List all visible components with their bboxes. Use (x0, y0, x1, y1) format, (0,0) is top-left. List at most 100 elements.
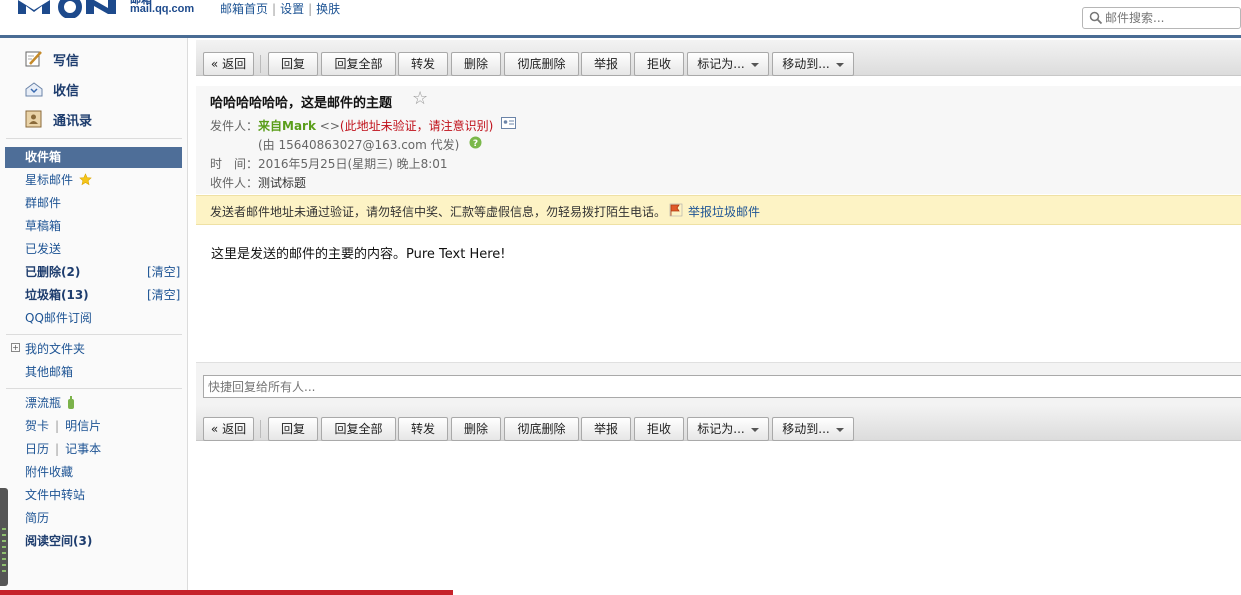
sidebar-item-resume[interactable]: 简历 (25, 509, 49, 527)
contacts-label: 通讯录 (53, 113, 93, 129)
sidebar-item-inbox[interactable]: 收件箱 (5, 147, 182, 168)
sender-unverified-warning: (此地址未验证，请注意识别) (339, 119, 494, 133)
grip-line (2, 540, 6, 542)
expand-folder-icon[interactable]: + (11, 343, 20, 352)
sidebar-item-drift-bottle[interactable]: 漂流瓶 (25, 394, 75, 412)
grip-line (2, 570, 6, 572)
chevron-down-icon (750, 62, 759, 67)
from-label: 发件人： (210, 119, 259, 133)
sidebar-item-attachments[interactable]: 附件收藏 (25, 463, 73, 481)
grip-line (2, 528, 6, 530)
to-label: 收件人： (210, 176, 259, 190)
reject-button[interactable]: 拒收 (634, 52, 684, 76)
nav-separator: | (272, 2, 277, 16)
to-value: 测试标题 (258, 176, 307, 190)
vcard-icon[interactable] (501, 117, 516, 129)
notebook-link[interactable]: 记事本 (65, 442, 101, 456)
quick-reply-input[interactable] (203, 375, 1241, 398)
grip-line (2, 546, 6, 548)
nav-mail-home[interactable]: 邮箱首页 (220, 2, 268, 16)
clear-spam-link[interactable]: [清空] (147, 286, 180, 304)
mark-as-dropdown[interactable]: 标记为... (687, 417, 769, 441)
star-icon (79, 173, 92, 186)
nav-skin[interactable]: 换肤 (316, 2, 340, 16)
sidebar-item-subscribe[interactable]: QQ邮件订阅 (25, 309, 92, 327)
search-box[interactable] (1082, 7, 1241, 29)
sender-name[interactable]: 来自Mark (258, 119, 316, 133)
compose-link[interactable]: 写信 (24, 48, 79, 70)
reject-button[interactable]: 拒收 (634, 417, 684, 441)
report-spam-link[interactable]: 举报垃圾邮件 (688, 203, 760, 220)
mail-body: 这里是发送的邮件的主要的内容。Pure Text Here! (211, 247, 506, 262)
contacts-link[interactable]: 通讯录 (24, 108, 92, 130)
sidebar-item-calendar-notes: 日历 | 记事本 (25, 440, 101, 458)
move-to-label: 移动到... (782, 422, 830, 436)
move-to-dropdown[interactable]: 移动到... (772, 52, 854, 76)
time-value: 2016年5月25日(星期三) 晚上8:01 (258, 157, 448, 171)
mark-as-dropdown[interactable]: 标记为... (687, 52, 769, 76)
star-toggle-icon[interactable]: ☆ (412, 88, 428, 109)
sidebar-item-cards: 贺卡 | 明信片 (25, 417, 101, 435)
forward-button[interactable]: 转发 (398, 52, 448, 76)
mail-toolbar-bottom: « 返回 回复 回复全部 转发 删除 彻底删除 举报 拒收 标记为... 移动到… (196, 405, 1241, 441)
greeting-card-link[interactable]: 贺卡 (25, 419, 49, 433)
move-to-dropdown[interactable]: 移动到... (772, 417, 854, 441)
sidebar-item-group[interactable]: 群邮件 (25, 194, 61, 212)
sidebar-item-file-transfer[interactable]: 文件中转站 (25, 486, 85, 504)
sidebar-item-deleted[interactable]: 已删除(2) (25, 263, 80, 281)
sidebar-item-drafts[interactable]: 草稿箱 (25, 217, 61, 235)
reply-all-button[interactable]: 回复全部 (321, 417, 396, 441)
back-button[interactable]: « 返回 (203, 52, 254, 76)
sidebar-item-other-mailboxes[interactable]: 其他邮箱 (25, 363, 73, 381)
calendar-link[interactable]: 日历 (25, 442, 49, 456)
bottle-icon (67, 396, 74, 409)
logo-domain-text: mail.qq.com (130, 3, 195, 15)
warning-text: 发送者邮件地址未通过验证，请勿轻信中奖、汇款等虚假信息，勿轻易拨打陌生电话。 (210, 205, 667, 219)
sender-info: 来自Mark <>(此地址未验证，请注意识别) (258, 117, 493, 134)
delete-permanently-button[interactable]: 彻底删除 (504, 417, 579, 441)
reply-all-button[interactable]: 回复全部 (321, 52, 396, 76)
delete-button[interactable]: 删除 (451, 417, 501, 441)
receive-label: 收信 (53, 83, 80, 99)
mark-as-label: 标记为... (697, 57, 745, 71)
grip-line (2, 534, 6, 536)
nav-settings[interactable]: 设置 (280, 2, 304, 16)
receive-link[interactable]: 收信 (24, 78, 79, 100)
clear-deleted-link[interactable]: [清空] (147, 263, 180, 281)
sent-via: (由 15640863027@163.com 代发) (258, 138, 460, 152)
qq-mail-logo[interactable] (14, 0, 124, 18)
reply-button[interactable]: 回复 (268, 417, 318, 441)
help-icon[interactable]: ? (469, 136, 482, 149)
sidebar-item-my-folders[interactable]: 我的文件夹 (25, 340, 85, 358)
sidebar-item-spam[interactable]: 垃圾箱(13) (25, 286, 89, 304)
top-nav: 邮箱首页 | 设置 | 换肤 (220, 0, 340, 17)
delete-button[interactable]: 删除 (451, 52, 501, 76)
sidebar-item-sent[interactable]: 已发送 (25, 240, 61, 258)
chevron-down-icon (835, 62, 844, 67)
sidebar-item-starred[interactable]: 星标邮件 (25, 171, 92, 189)
nav-separator: | (308, 2, 313, 16)
mail-reading-pane: « 返回 回复 回复全部 转发 删除 彻底删除 举报 拒收 标记为... 移动到… (196, 38, 1241, 595)
quick-reply-area (196, 362, 1241, 410)
reply-button[interactable]: 回复 (268, 52, 318, 76)
report-button[interactable]: 举报 (581, 52, 631, 76)
report-button[interactable]: 举报 (581, 417, 631, 441)
delete-permanently-button[interactable]: 彻底删除 (504, 52, 579, 76)
starred-label: 星标邮件 (25, 173, 74, 187)
compose-label: 写信 (53, 53, 80, 69)
grip-line (2, 552, 6, 554)
inbox-tray-icon (25, 82, 43, 97)
security-warning-bar: 发送者邮件地址未通过验证，请勿轻信中奖、汇款等虚假信息，勿轻易拨打陌生电话。 举… (196, 195, 1241, 225)
sidebar-divider (6, 388, 182, 389)
sidebar-item-reading-space[interactable]: 阅读空间(3) (25, 532, 92, 550)
contacts-book-icon (25, 110, 42, 128)
grip-line (2, 558, 6, 560)
search-input[interactable] (1103, 10, 1238, 26)
postcard-link[interactable]: 明信片 (65, 419, 101, 433)
pipe-separator: | (55, 419, 60, 433)
sidebar-drag-handle[interactable] (0, 488, 8, 586)
svg-text:?: ? (473, 139, 478, 149)
report-flag-icon (669, 203, 683, 217)
forward-button[interactable]: 转发 (398, 417, 448, 441)
back-button[interactable]: « 返回 (203, 417, 254, 441)
